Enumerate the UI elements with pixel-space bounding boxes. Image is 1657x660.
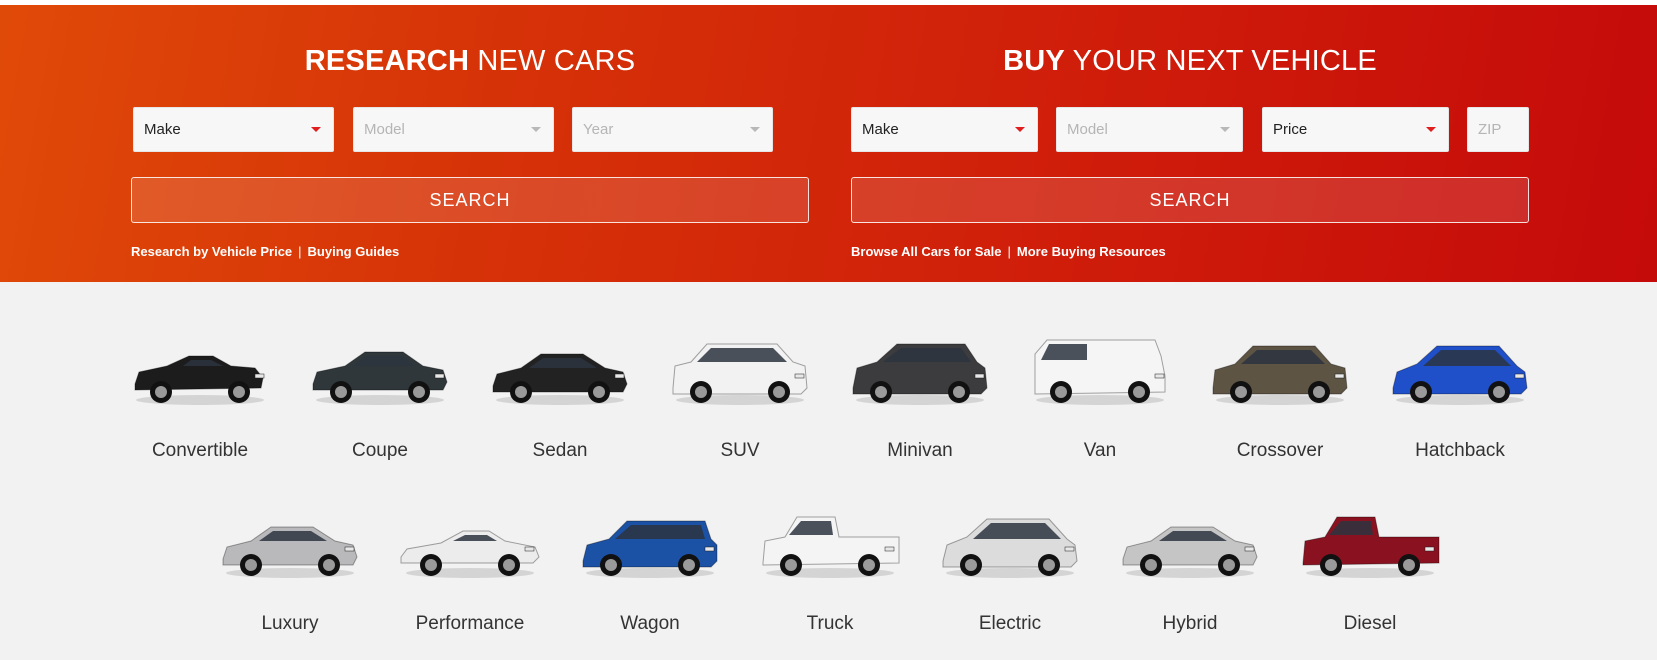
body-style-label: Diesel (1343, 613, 1397, 634)
chevron-down-icon (750, 127, 760, 132)
body-style-sedan[interactable]: Sedan (485, 332, 635, 462)
body-style-label: Hybrid (1162, 613, 1218, 634)
chevron-down-icon (1220, 127, 1230, 132)
performance-car-image (395, 505, 545, 585)
diesel-car-image (1295, 505, 1445, 585)
chevron-down-icon (1015, 127, 1025, 132)
body-style-truck[interactable]: Truck (755, 505, 905, 635)
body-style-label: Truck (806, 613, 854, 634)
sedan-car-image (485, 332, 635, 412)
search-hero: RESEARCH NEW CARS Make Model Year SEARCH… (0, 5, 1657, 282)
body-style-minivan[interactable]: Minivan (845, 332, 995, 462)
research-year-value: Year (583, 121, 614, 138)
buy-make-select[interactable]: Make (851, 107, 1038, 152)
research-title: RESEARCH NEW CARS (131, 45, 809, 78)
suv-car-image (665, 332, 815, 412)
research-links: Research by Vehicle Price | Buying Guides (131, 244, 399, 259)
body-style-label: Performance (415, 613, 525, 634)
convertible-car-image (125, 332, 275, 412)
body-style-convertible[interactable]: Convertible (125, 332, 275, 462)
link-separator: | (1007, 244, 1011, 259)
truck-car-image (755, 505, 905, 585)
body-style-label: Convertible (151, 440, 249, 461)
body-style-grid: Convertible Coupe Sedan SUV Minivan Van Crosso… (0, 282, 1657, 660)
zip-placeholder: ZIP (1478, 121, 1502, 138)
electric-car-image (935, 505, 1085, 585)
body-style-luxury[interactable]: Luxury (215, 505, 365, 635)
buy-title-light: YOUR NEXT VEHICLE (1072, 45, 1377, 77)
body-style-label: Van (1083, 440, 1117, 461)
body-style-coupe[interactable]: Coupe (305, 332, 455, 462)
body-style-label: Luxury (261, 613, 319, 634)
research-make-value: Make (144, 121, 181, 138)
link-separator: | (298, 244, 302, 259)
zip-input[interactable]: ZIP (1467, 107, 1529, 152)
buy-model-select[interactable]: Model (1056, 107, 1243, 152)
buy-links: Browse All Cars for Sale | More Buying Res… (851, 244, 1166, 259)
body-style-hatchback[interactable]: Hatchback (1385, 332, 1535, 462)
body-style-diesel[interactable]: Diesel (1295, 505, 1445, 635)
body-style-label: Hatchback (1415, 440, 1505, 461)
wagon-car-image (575, 505, 725, 585)
buy-price-value: Price (1273, 121, 1308, 138)
research-make-select[interactable]: Make (133, 107, 334, 152)
minivan-car-image (845, 332, 995, 412)
research-by-price-link[interactable]: Research by Vehicle Price (131, 244, 292, 259)
research-title-light: NEW CARS (477, 45, 636, 77)
body-style-hybrid[interactable]: Hybrid (1115, 505, 1265, 635)
body-style-label: SUV (720, 440, 760, 461)
chevron-down-icon (531, 127, 541, 132)
research-model-value: Model (364, 121, 405, 138)
browse-all-cars-link[interactable]: Browse All Cars for Sale (851, 244, 1002, 259)
body-style-suv[interactable]: SUV (665, 332, 815, 462)
body-style-van[interactable]: Van (1025, 332, 1175, 462)
research-search-button[interactable]: SEARCH (131, 177, 809, 223)
chevron-down-icon (1426, 127, 1436, 132)
body-style-performance[interactable]: Performance (395, 505, 545, 635)
buy-title-bold: BUY (1003, 45, 1065, 77)
body-style-label: Sedan (532, 440, 588, 461)
body-style-crossover[interactable]: Crossover (1205, 332, 1355, 462)
body-style-label: Coupe (352, 440, 408, 461)
luxury-car-image (215, 505, 365, 585)
body-style-wagon[interactable]: Wagon (575, 505, 725, 635)
van-car-image (1025, 332, 1175, 412)
buy-search-button[interactable]: SEARCH (851, 177, 1529, 223)
buy-price-select[interactable]: Price (1262, 107, 1449, 152)
coupe-car-image (305, 332, 455, 412)
buying-guides-link[interactable]: Buying Guides (308, 244, 400, 259)
body-style-label: Minivan (887, 440, 953, 461)
body-style-label: Electric (978, 613, 1042, 634)
research-model-select[interactable]: Model (353, 107, 554, 152)
body-style-label: Wagon (620, 613, 680, 634)
research-title-bold: RESEARCH (304, 45, 470, 77)
buy-title: BUY YOUR NEXT VEHICLE (851, 45, 1529, 78)
hybrid-car-image (1115, 505, 1265, 585)
buy-model-value: Model (1067, 121, 1108, 138)
research-year-select[interactable]: Year (572, 107, 773, 152)
crossover-car-image (1205, 332, 1355, 412)
more-buying-resources-link[interactable]: More Buying Resources (1017, 244, 1166, 259)
body-style-label: Crossover (1236, 440, 1324, 461)
hatchback-car-image (1385, 332, 1535, 412)
body-style-electric[interactable]: Electric (935, 505, 1085, 635)
chevron-down-icon (311, 127, 321, 132)
buy-make-value: Make (862, 121, 899, 138)
